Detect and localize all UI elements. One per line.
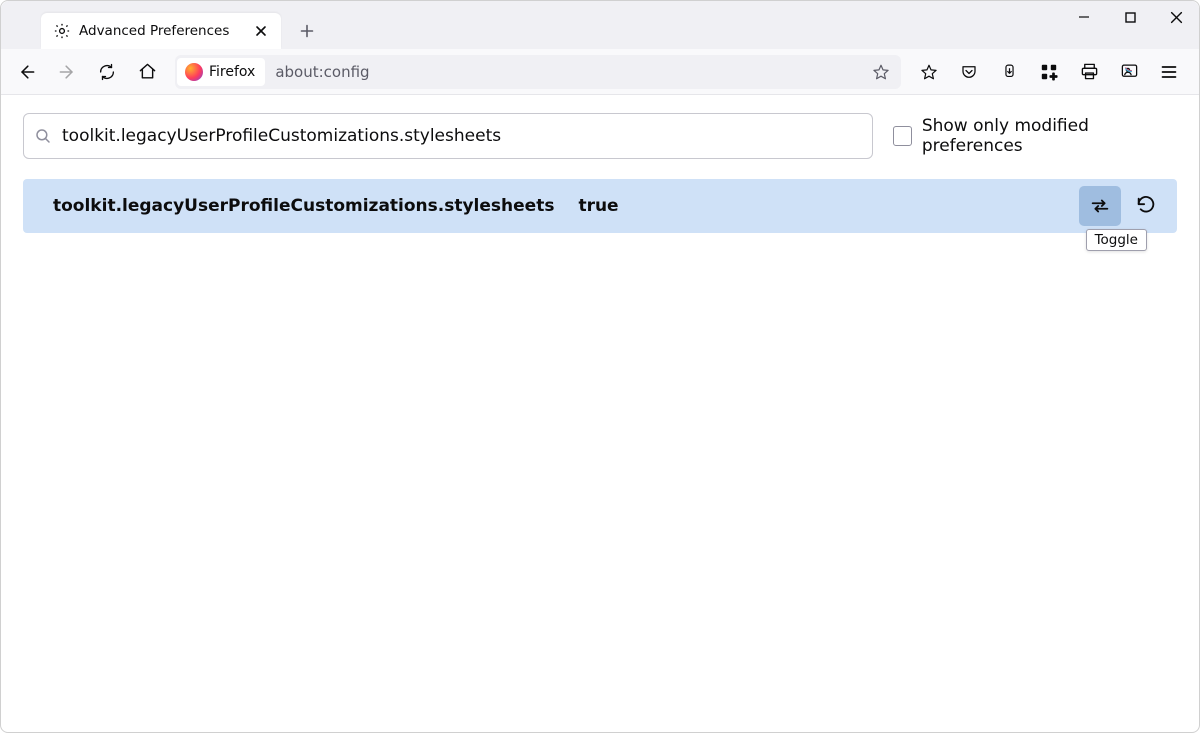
tab-close-button[interactable] <box>249 19 273 43</box>
drag-space <box>9 1 41 49</box>
toolbar-right <box>911 56 1191 88</box>
new-tab-button[interactable] <box>289 13 325 49</box>
window-maximize-button[interactable] <box>1107 1 1153 33</box>
print-button[interactable] <box>1071 56 1107 88</box>
account-button[interactable] <box>1111 56 1147 88</box>
gear-icon <box>53 22 71 40</box>
identity-chip[interactable]: Firefox <box>177 58 265 86</box>
url-bar[interactable]: Firefox about:config <box>175 55 901 89</box>
identity-label: Firefox <box>209 64 255 80</box>
extensions-button[interactable] <box>1031 56 1067 88</box>
back-button[interactable] <box>9 56 45 88</box>
tooltip: Toggle <box>1086 229 1147 251</box>
forward-button[interactable] <box>49 56 85 88</box>
navigation-toolbar: Firefox about:config <box>1 49 1199 95</box>
pref-reset-button[interactable] <box>1125 186 1167 226</box>
pref-name: toolkit.legacyUserProfileCustomizations.… <box>53 196 554 216</box>
search-row: Show only modified preferences <box>23 113 1177 159</box>
save-to-pocket-button[interactable] <box>911 56 947 88</box>
tab-title: Advanced Preferences <box>79 23 241 39</box>
pref-value: true <box>578 196 618 216</box>
pref-toggle-button[interactable] <box>1079 186 1121 226</box>
checkbox-icon <box>893 126 912 146</box>
window-close-button[interactable] <box>1153 1 1199 33</box>
url-text: about:config <box>275 63 369 81</box>
window-controls <box>1061 1 1199 49</box>
pref-row-actions <box>1079 186 1167 226</box>
about-config-page: Show only modified preferences toolkit.l… <box>1 95 1199 251</box>
pref-search-input[interactable] <box>60 125 862 147</box>
downloads-button[interactable] <box>991 56 1027 88</box>
firefox-logo-icon <box>185 63 203 81</box>
pocket-button[interactable] <box>951 56 987 88</box>
reload-button[interactable] <box>89 56 125 88</box>
window-minimize-button[interactable] <box>1061 1 1107 33</box>
search-icon <box>34 127 52 145</box>
browser-tab[interactable]: Advanced Preferences <box>41 13 281 49</box>
show-only-modified-toggle[interactable]: Show only modified preferences <box>893 116 1177 156</box>
pref-row[interactable]: toolkit.legacyUserProfileCustomizations.… <box>23 179 1177 233</box>
tab-strip: Advanced Preferences <box>1 1 1199 49</box>
home-button[interactable] <box>129 56 165 88</box>
pref-search-box[interactable] <box>23 113 873 159</box>
bookmark-star-button[interactable] <box>867 58 895 86</box>
show-only-modified-label: Show only modified preferences <box>922 116 1177 156</box>
app-menu-button[interactable] <box>1151 56 1187 88</box>
